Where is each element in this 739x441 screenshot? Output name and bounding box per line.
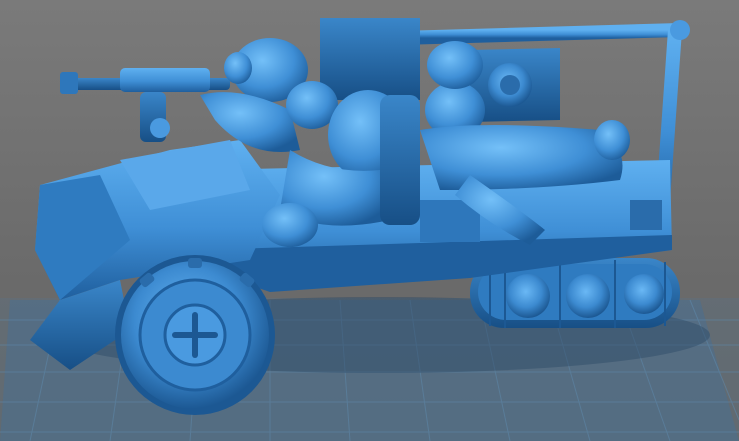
front-wheel (115, 255, 275, 415)
model-scene (0, 18, 739, 441)
3d-viewport[interactable] (0, 0, 739, 441)
machine-gun (60, 68, 230, 142)
